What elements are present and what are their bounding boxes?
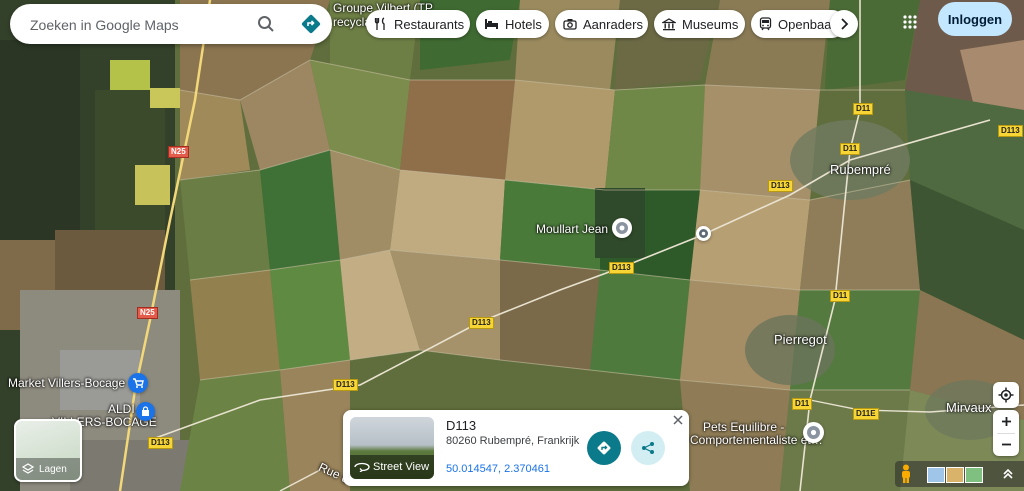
chip-label-aanraders: Aanraders: [583, 16, 643, 32]
place-info-card: Street View D113 80260 Rubempré, Frankri…: [343, 410, 689, 486]
camera-icon: [563, 19, 577, 30]
place-pin-market[interactable]: [128, 373, 148, 393]
place-pin-pets[interactable]: [803, 422, 824, 443]
place-label-rubempre[interactable]: Rubempré: [830, 162, 891, 177]
place-label-mirvaux[interactable]: Mirvaux: [946, 400, 992, 415]
place-coordinates[interactable]: 50.014547, 2.370461: [446, 463, 550, 475]
place-pin-moullart[interactable]: [612, 218, 632, 238]
museum-icon: [662, 17, 676, 30]
my-location-button[interactable]: [993, 382, 1019, 408]
place-label-pierregot[interactable]: Pierregot: [774, 332, 827, 347]
search-icon: [258, 16, 274, 32]
chip-label-restaurants: Restaurants: [394, 16, 465, 32]
share-icon: [642, 442, 654, 454]
road-label-d11: D11: [840, 143, 861, 155]
road-label-d11: D11: [792, 398, 813, 410]
layers-icon: [22, 463, 34, 474]
search-input[interactable]: [28, 4, 252, 46]
chip-label-museums: Museums: [682, 16, 739, 32]
imagery-thumbnail-1[interactable]: [927, 467, 945, 483]
chip-museums[interactable]: Museums: [654, 10, 745, 38]
chip-label-hotels: Hotels: [505, 16, 542, 32]
road-label-d113: D113: [148, 437, 173, 449]
road-label-d113: D113: [609, 262, 634, 274]
apps-button[interactable]: [896, 8, 924, 36]
directions-icon: [597, 441, 611, 455]
zoom-controls: [993, 410, 1019, 456]
pegman-button[interactable]: [899, 464, 917, 484]
close-icon: [673, 415, 683, 425]
road-label-d113: D113: [768, 180, 793, 192]
place-label-market[interactable]: Market Villers-Bocage: [8, 376, 125, 390]
imagery-thumbnail-3[interactable]: [965, 467, 983, 483]
road-label-d113: D113: [998, 125, 1023, 137]
sign-in-label: Inloggen: [947, 11, 1003, 27]
layers-label: Lagen: [39, 463, 67, 475]
road-label-n25: N25: [168, 146, 189, 158]
road-label-d11e: D11E: [853, 408, 879, 420]
transit-icon: [759, 17, 772, 31]
place-address: 80260 Rubempré, Frankrijk: [446, 435, 580, 447]
street-view-thumbnail[interactable]: Street View: [350, 417, 434, 479]
street-view-label: Street View: [373, 461, 430, 473]
chip-label-openbaar: Openbaar: [778, 16, 836, 32]
minus-icon: [1001, 443, 1011, 446]
plus-icon: [1001, 417, 1011, 426]
expand-button[interactable]: [999, 465, 1017, 483]
double-chevron-up-icon: [1003, 468, 1013, 479]
place-title: D113: [446, 418, 477, 433]
card-share-button[interactable]: [631, 431, 665, 465]
directions-button[interactable]: [299, 12, 323, 36]
pin-icon: [616, 222, 628, 234]
road-label-d11: D11: [853, 103, 874, 115]
chevron-right-icon: [841, 18, 849, 30]
zoom-out-button[interactable]: [993, 433, 1019, 456]
place-label-aldi[interactable]: ALDI: [108, 402, 135, 416]
shopping-bag-icon: [142, 406, 149, 416]
my-location-icon: [998, 387, 1014, 403]
bed-icon: [485, 19, 498, 29]
chip-restaurants[interactable]: Restaurants: [366, 10, 470, 38]
fork-knife-icon: [374, 17, 385, 30]
chips-scroll-right-button[interactable]: [830, 10, 858, 38]
place-pin-aldi[interactable]: [136, 402, 155, 421]
bottom-right-toolbar: [895, 461, 1024, 487]
road-label-n25: N25: [137, 307, 158, 319]
road-label-d113: D113: [469, 317, 494, 329]
street-view-360-icon: [354, 462, 370, 472]
imagery-thumbnail-2[interactable]: [946, 467, 964, 483]
layers-button[interactable]: Lagen: [14, 419, 82, 482]
sign-in-button[interactable]: Inloggen: [938, 2, 1012, 36]
chip-aanraders[interactable]: Aanraders: [555, 10, 648, 38]
pin-icon: [699, 229, 708, 238]
search-button[interactable]: [254, 12, 278, 36]
shopping-cart-icon: [133, 378, 144, 388]
search-box: [10, 4, 332, 46]
pegman-icon: [902, 464, 910, 483]
place-label-moullart-jean[interactable]: Moullart Jean: [536, 222, 608, 236]
card-directions-button[interactable]: [587, 431, 621, 465]
pin-icon: [807, 426, 820, 439]
directions-icon: [301, 14, 321, 34]
chip-hotels[interactable]: Hotels: [476, 10, 549, 38]
card-close-button[interactable]: [671, 413, 685, 427]
road-label-d113: D113: [333, 379, 358, 391]
road-label-d11: D11: [830, 290, 851, 302]
place-label-pets-1[interactable]: Pets Equilibre -: [703, 420, 784, 434]
zoom-in-button[interactable]: [993, 410, 1019, 433]
apps-grid-icon: [903, 15, 917, 29]
place-pin-small[interactable]: [696, 226, 711, 241]
